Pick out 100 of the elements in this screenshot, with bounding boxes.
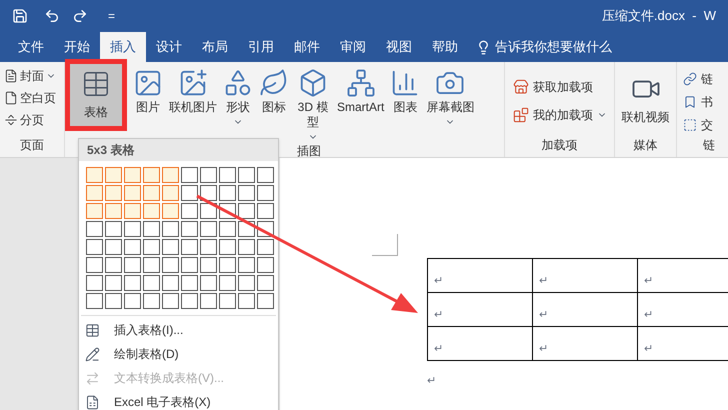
grid-cell[interactable] (181, 275, 198, 291)
grid-cell[interactable] (143, 185, 160, 201)
menu-item[interactable]: 插入表格(I)... (79, 318, 278, 342)
grid-cell[interactable] (162, 167, 179, 183)
grid-cell[interactable] (238, 257, 255, 273)
ribbon-button[interactable]: 链 (683, 68, 728, 89)
grid-cell[interactable] (219, 293, 236, 309)
grid-cell[interactable] (181, 239, 198, 255)
ribbon-tab[interactable]: 文件 (8, 32, 54, 62)
ribbon-button[interactable]: 形状 (223, 68, 253, 127)
grid-cell[interactable] (257, 185, 274, 201)
grid-cell[interactable] (219, 239, 236, 255)
table-cell[interactable]: ↵ (638, 259, 728, 293)
table-cell[interactable]: ↵ (428, 293, 533, 327)
table-cell[interactable]: ↵ (428, 327, 533, 361)
grid-cell[interactable] (105, 185, 122, 201)
grid-cell[interactable] (200, 293, 217, 309)
grid-cell[interactable] (143, 221, 160, 237)
ribbon-button[interactable]: 图片 (133, 68, 163, 115)
grid-cell[interactable] (86, 167, 103, 183)
grid-cell[interactable] (200, 185, 217, 201)
grid-cell[interactable] (124, 167, 141, 183)
grid-cell[interactable] (124, 221, 141, 237)
grid-cell[interactable] (238, 239, 255, 255)
grid-cell[interactable] (219, 221, 236, 237)
undo-icon[interactable] (44, 8, 60, 24)
ribbon-button[interactable]: 屏幕截图 (426, 68, 474, 127)
grid-cell[interactable] (200, 257, 217, 273)
grid-cell[interactable] (143, 257, 160, 273)
grid-cell[interactable] (181, 203, 198, 219)
grid-cell[interactable] (86, 239, 103, 255)
save-icon[interactable] (12, 8, 28, 24)
grid-cell[interactable] (219, 167, 236, 183)
grid-cell[interactable] (238, 203, 255, 219)
grid-cell[interactable] (181, 185, 198, 201)
ribbon-tab[interactable]: 插入 (100, 32, 146, 62)
grid-cell[interactable] (86, 185, 103, 201)
grid-cell[interactable] (238, 275, 255, 291)
grid-cell[interactable] (124, 293, 141, 309)
table-cell[interactable]: ↵ (533, 327, 638, 361)
grid-cell[interactable] (124, 275, 141, 291)
grid-cell[interactable] (257, 293, 274, 309)
grid-cell[interactable] (181, 167, 198, 183)
grid-cell[interactable] (124, 185, 141, 201)
redo-icon[interactable] (72, 8, 88, 24)
grid-cell[interactable] (86, 275, 103, 291)
grid-cell[interactable] (219, 185, 236, 201)
ribbon-button[interactable]: 书 (683, 91, 728, 112)
ribbon-tab[interactable]: 引用 (238, 32, 284, 62)
grid-cell[interactable] (238, 221, 255, 237)
ribbon-button[interactable]: 3D 模型 (295, 68, 331, 142)
table-cell[interactable]: ↵ (638, 327, 728, 361)
ribbon-button[interactable]: 联机图片 (169, 68, 217, 115)
ribbon-button[interactable]: 空白页 (4, 88, 64, 108)
grid-cell[interactable] (181, 221, 198, 237)
grid-cell[interactable] (143, 239, 160, 255)
grid-cell[interactable] (105, 275, 122, 291)
ribbon-tab[interactable]: 帮助 (422, 32, 468, 62)
table-cell[interactable]: ↵ (533, 259, 638, 293)
ribbon-button[interactable]: 我的加载项 (513, 106, 614, 124)
grid-cell[interactable] (124, 257, 141, 273)
grid-cell[interactable] (162, 293, 179, 309)
grid-cell[interactable] (219, 203, 236, 219)
grid-cell[interactable] (105, 257, 122, 273)
grid-cell[interactable] (124, 203, 141, 219)
customize-toolbar-button[interactable]: = (108, 8, 116, 24)
grid-cell[interactable] (162, 221, 179, 237)
grid-cell[interactable] (105, 293, 122, 309)
table-cell[interactable]: ↵ (533, 293, 638, 327)
grid-cell[interactable] (200, 167, 217, 183)
ribbon-button[interactable]: 图表 (390, 68, 420, 115)
grid-cell[interactable] (238, 167, 255, 183)
grid-cell[interactable] (200, 203, 217, 219)
menu-item[interactable]: Excel 电子表格(X) (79, 390, 278, 410)
grid-cell[interactable] (257, 275, 274, 291)
grid-cell[interactable] (86, 203, 103, 219)
grid-cell[interactable] (143, 275, 160, 291)
grid-cell[interactable] (257, 167, 274, 183)
ribbon-button[interactable]: 分页 (4, 110, 64, 130)
grid-cell[interactable] (200, 239, 217, 255)
ribbon-button[interactable]: 获取加载项 (513, 78, 614, 96)
table-cell[interactable]: ↵ (428, 259, 533, 293)
grid-cell[interactable] (200, 221, 217, 237)
ribbon-tab[interactable]: 邮件 (284, 32, 330, 62)
grid-cell[interactable] (162, 185, 179, 201)
ribbon-button[interactable]: 联机视频 (615, 62, 676, 126)
grid-cell[interactable] (238, 185, 255, 201)
ribbon-tab[interactable]: 布局 (192, 32, 238, 62)
grid-cell[interactable] (200, 275, 217, 291)
ribbon-button[interactable]: 封面 (4, 66, 64, 86)
menu-item[interactable]: 绘制表格(D) (79, 342, 278, 366)
grid-cell[interactable] (181, 257, 198, 273)
grid-cell[interactable] (105, 203, 122, 219)
grid-cell[interactable] (124, 239, 141, 255)
grid-cell[interactable] (257, 257, 274, 273)
ribbon-button[interactable]: 图标 (259, 68, 289, 115)
tell-me-field[interactable]: 告诉我你想要做什么 (476, 32, 612, 62)
table-button[interactable]: 表格 (70, 64, 122, 126)
grid-cell[interactable] (257, 239, 274, 255)
grid-cell[interactable] (162, 203, 179, 219)
